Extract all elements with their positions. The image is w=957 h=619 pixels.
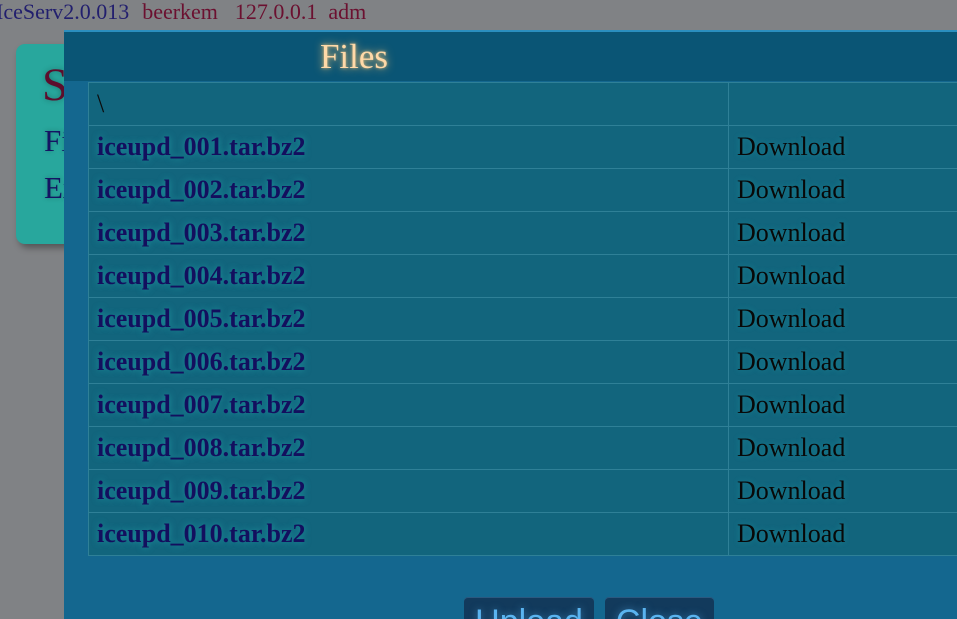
file-action-cell: Download <box>728 469 957 513</box>
file-name-cell: iceupd_002.tar.bz2 <box>88 168 729 212</box>
close-button[interactable]: Close <box>604 597 714 619</box>
file-name-cell: iceupd_003.tar.bz2 <box>88 211 729 255</box>
upload-button[interactable]: Upload <box>464 597 594 619</box>
file-action-cell <box>728 82 957 126</box>
table-row: iceupd_009.tar.bz2 Download <box>88 469 957 513</box>
dialog-title: Files <box>64 32 957 81</box>
app-version-label: 2.0.013 <box>63 0 130 24</box>
table-row: iceupd_004.tar.bz2 Download <box>88 254 957 298</box>
app-name-label: IceServ <box>0 0 64 24</box>
file-name-link[interactable]: iceupd_006.tar.bz2 <box>97 347 306 376</box>
file-list-table: \ iceupd_001.tar.bz2 Download iceupd_002.ta… <box>88 82 957 556</box>
status-bar: IceServ 2.0.013 beerkem 127.0.0.1 adm <box>0 0 957 26</box>
file-name-link[interactable]: iceupd_005.tar.bz2 <box>97 304 306 333</box>
table-row: iceupd_005.tar.bz2 Download <box>88 297 957 341</box>
ip-address-label: 127.0.0.1 <box>234 0 318 24</box>
file-name-cell: iceupd_009.tar.bz2 <box>88 469 729 513</box>
file-name-cell: iceupd_010.tar.bz2 <box>88 512 729 556</box>
file-list-body: \ iceupd_001.tar.bz2 Download iceupd_002.ta… <box>88 82 957 556</box>
file-action-cell: Download <box>728 254 957 298</box>
table-row: \ <box>88 82 957 126</box>
file-name-link[interactable]: iceupd_001.tar.bz2 <box>97 132 306 161</box>
files-dialog: Files \ iceupd_001.tar.bz2 Download iceupd_… <box>64 30 957 619</box>
download-link[interactable]: Download <box>737 519 845 548</box>
table-row: iceupd_007.tar.bz2 Download <box>88 383 957 427</box>
file-name-cell: iceupd_005.tar.bz2 <box>88 297 729 341</box>
download-link[interactable]: Download <box>737 476 845 505</box>
download-link[interactable]: Download <box>737 132 845 161</box>
file-action-cell: Download <box>728 211 957 255</box>
table-row: iceupd_008.tar.bz2 Download <box>88 426 957 470</box>
download-link[interactable]: Download <box>737 304 845 333</box>
file-action-cell: Download <box>728 340 957 384</box>
download-link[interactable]: Download <box>737 433 845 462</box>
file-name-link[interactable]: iceupd_003.tar.bz2 <box>97 218 306 247</box>
file-name-link[interactable]: iceupd_002.tar.bz2 <box>97 175 306 204</box>
table-row: iceupd_002.tar.bz2 Download <box>88 168 957 212</box>
file-name-link[interactable]: iceupd_010.tar.bz2 <box>97 519 306 548</box>
download-link[interactable]: Download <box>737 390 845 419</box>
file-name-link[interactable]: iceupd_009.tar.bz2 <box>97 476 306 505</box>
file-name-link[interactable]: iceupd_008.tar.bz2 <box>97 433 306 462</box>
file-name-link[interactable]: iceupd_004.tar.bz2 <box>97 261 306 290</box>
file-name-cell: iceupd_007.tar.bz2 <box>88 383 729 427</box>
hostname-label: beerkem <box>142 0 218 24</box>
download-link[interactable]: Download <box>737 218 845 247</box>
download-link[interactable]: Download <box>737 261 845 290</box>
parent-directory-link[interactable]: \ <box>97 89 104 118</box>
current-user-label: adm <box>328 0 367 24</box>
file-action-cell: Download <box>728 426 957 470</box>
file-action-cell: Download <box>728 168 957 212</box>
table-row: iceupd_003.tar.bz2 Download <box>88 211 957 255</box>
table-row: iceupd_001.tar.bz2 Download <box>88 125 957 169</box>
file-name-cell: \ <box>88 82 729 126</box>
download-link[interactable]: Download <box>737 175 845 204</box>
table-row: iceupd_006.tar.bz2 Download <box>88 340 957 384</box>
file-name-cell: iceupd_006.tar.bz2 <box>88 340 729 384</box>
file-name-cell: iceupd_008.tar.bz2 <box>88 426 729 470</box>
file-name-link[interactable]: iceupd_007.tar.bz2 <box>97 390 306 419</box>
file-name-cell: iceupd_001.tar.bz2 <box>88 125 729 169</box>
file-name-cell: iceupd_004.tar.bz2 <box>88 254 729 298</box>
file-action-cell: Download <box>728 512 957 556</box>
dialog-action-bar: Upload Close <box>64 597 957 619</box>
file-action-cell: Download <box>728 383 957 427</box>
download-link[interactable]: Download <box>737 347 845 376</box>
file-action-cell: Download <box>728 125 957 169</box>
file-action-cell: Download <box>728 297 957 341</box>
table-row: iceupd_010.tar.bz2 Download <box>88 512 957 556</box>
